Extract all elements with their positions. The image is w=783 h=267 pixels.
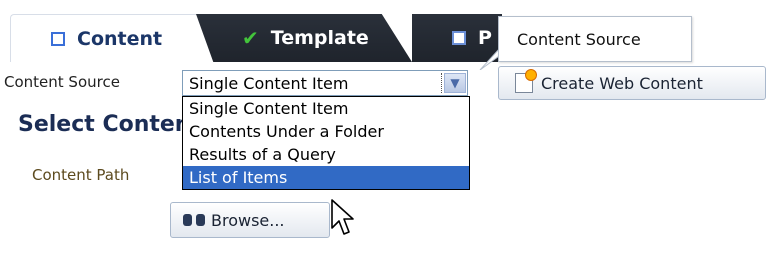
browse-label: Browse...	[211, 210, 285, 230]
checkbox-icon	[452, 31, 466, 45]
tab-content[interactable]: Content	[10, 14, 200, 62]
new-document-icon	[515, 70, 536, 93]
content-path-label: Content Path	[32, 166, 130, 184]
chevron-down-icon[interactable]: ▼	[444, 73, 466, 93]
dropdown-option-highlighted[interactable]: List of Items	[183, 166, 469, 189]
dropdown-option[interactable]: Results of a Query	[183, 143, 469, 166]
tab-content-label: Content	[77, 27, 163, 50]
content-source-label: Content Source	[4, 73, 120, 91]
browse-button[interactable]: Browse...	[170, 202, 330, 238]
tooltip-text: Content Source	[517, 29, 641, 49]
tooltip: Content Source	[498, 16, 692, 62]
select-separator	[441, 73, 442, 93]
content-source-select[interactable]: Single Content Item ▼	[182, 70, 468, 96]
binoculars-icon	[183, 212, 205, 228]
tab-template[interactable]: ✔ Template	[196, 14, 412, 62]
create-web-content-label: Create Web Content	[541, 73, 703, 93]
checkmark-icon: ✔	[242, 26, 259, 50]
dropdown-option[interactable]: Single Content Item	[183, 97, 469, 120]
content-source-value: Single Content Item	[189, 73, 349, 93]
tab-template-label: Template	[270, 27, 369, 49]
tab-p-label: P	[478, 27, 492, 49]
content-source-dropdown: Single Content Item Contents Under a Fol…	[182, 96, 470, 190]
page-title: Select Content	[18, 112, 182, 137]
dropdown-option[interactable]: Contents Under a Folder	[183, 120, 469, 143]
mouse-cursor-icon	[331, 199, 354, 235]
create-web-content-button[interactable]: Create Web Content	[498, 66, 766, 100]
checkbox-icon	[51, 31, 65, 46]
